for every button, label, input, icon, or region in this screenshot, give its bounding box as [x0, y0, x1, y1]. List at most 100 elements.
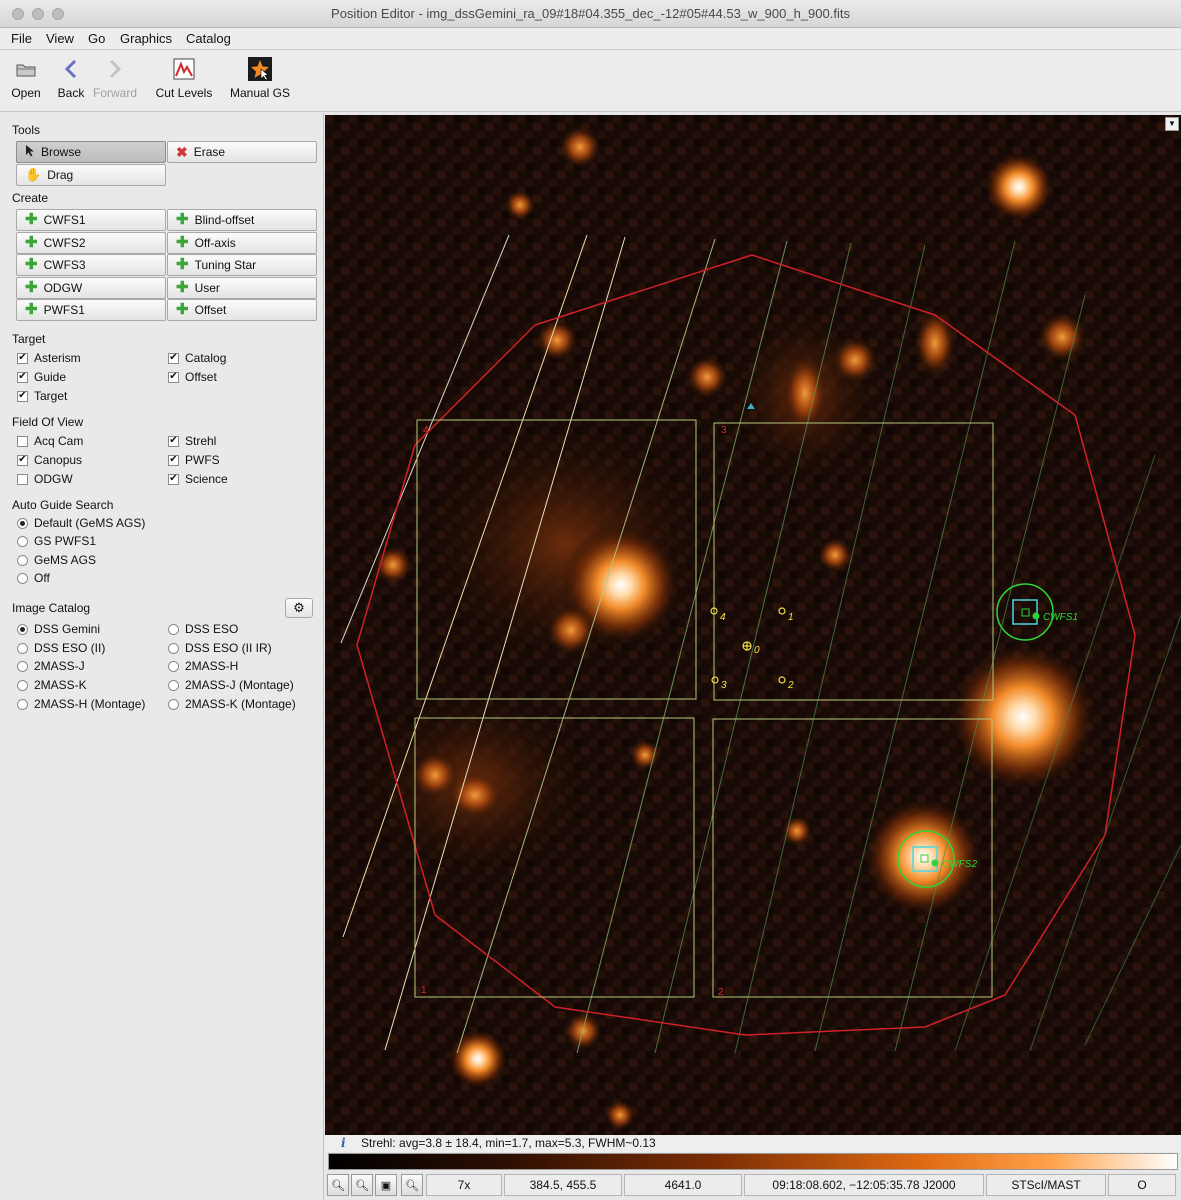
radio-circle — [17, 535, 28, 547]
create-tuning-star-button[interactable]: ✚ Tuning Star — [167, 254, 317, 276]
create-title: Create — [12, 191, 49, 205]
zoom-out-icon: 🔍︎ — [355, 1179, 369, 1192]
checkbox-asterism[interactable]: ✔ Asterism — [17, 351, 81, 365]
create-user-button[interactable]: ✚ User — [167, 277, 317, 299]
radio-ags-pwfs1[interactable]: GS PWFS1 — [17, 534, 96, 548]
create-blind-offset-button[interactable]: ✚ Blind-offset — [167, 209, 317, 231]
radio-2mass-h[interactable]: 2MASS-H — [168, 659, 238, 673]
back-button[interactable]: Back — [55, 56, 87, 100]
radio-dss-eso[interactable]: DSS ESO — [168, 622, 238, 636]
radio-circle — [17, 660, 28, 672]
zoom-in-button[interactable]: 🔍︎ — [327, 1174, 349, 1196]
pixel-value-field: 4641.0 — [624, 1174, 742, 1196]
menu-bar: File View Go Graphics Catalog — [0, 28, 1181, 50]
create-cwfs1-button[interactable]: ✚ CWFS1 — [16, 209, 166, 231]
radio-circle — [17, 623, 28, 635]
menu-graphics[interactable]: Graphics — [120, 31, 172, 46]
magnifier-icon: 🔍︎ — [405, 1179, 419, 1192]
radio-dss-eso-ii[interactable]: DSS ESO (II) — [17, 641, 105, 655]
radio-ags-default[interactable]: Default (GeMS AGS) — [17, 516, 145, 530]
image-catalog-title: Image Catalog — [12, 601, 91, 615]
checkbox-box: ✔ — [17, 371, 28, 383]
histogram-icon — [171, 56, 197, 82]
plus-icon: ✚ — [176, 301, 189, 318]
checkbox-offset[interactable]: ✔ Offset — [168, 370, 217, 384]
plus-icon: ✚ — [25, 256, 38, 273]
radio-circle — [168, 679, 179, 691]
erase-x-icon: ✖ — [176, 144, 188, 160]
strehl-text: Strehl: avg=3.8 ± 18.4, min=1.7, max=5.3… — [361, 1136, 656, 1150]
menu-view[interactable]: View — [46, 31, 74, 46]
cut-levels-button[interactable]: Cut Levels — [154, 56, 214, 100]
create-off-axis-button[interactable]: ✚ Off-axis — [167, 232, 317, 254]
radio-2mass-j[interactable]: 2MASS-J — [17, 659, 85, 673]
quadrant-label-3: 3 — [721, 425, 727, 436]
sky-image[interactable]: 4 3 1 2 0 1 2 3 4 CWFS1 CWFS2 — [325, 115, 1181, 1135]
create-cwfs2-button[interactable]: ✚ CWFS2 — [16, 232, 166, 254]
plus-icon: ✚ — [176, 234, 189, 251]
zoom-reset-button[interactable]: 🔍︎ — [401, 1174, 423, 1196]
menu-arrow-button[interactable]: ▼ — [1165, 117, 1179, 131]
status-line: i Strehl: avg=3.8 ± 18.4, min=1.7, max=5… — [325, 1135, 1181, 1152]
open-button[interactable]: Open — [8, 56, 44, 100]
radio-ags-gems[interactable]: GeMS AGS — [17, 553, 96, 567]
checkbox-strehl[interactable]: ✔ Strehl — [168, 434, 216, 448]
manual-gs-button[interactable]: Manual GS — [228, 56, 292, 100]
checkbox-box — [17, 435, 28, 447]
quadrant-label-2: 2 — [718, 987, 724, 998]
radio-ags-off[interactable]: Off — [17, 571, 50, 585]
plus-icon: ✚ — [25, 211, 38, 228]
left-panel: Tools Browse ✖ Erase ✋ Drag Create ✚ CWFS… — [0, 113, 324, 1200]
menu-catalog[interactable]: Catalog — [186, 31, 231, 46]
radio-dss-gemini[interactable]: DSS Gemini — [17, 622, 100, 636]
zoom-in-icon: 🔍︎ — [331, 1179, 345, 1192]
create-pwfs1-button[interactable]: ✚ PWFS1 — [16, 299, 166, 321]
checkbox-pwfs[interactable]: ✔ PWFS — [168, 453, 220, 467]
browse-button[interactable]: Browse — [16, 141, 166, 163]
info-icon: i — [341, 1136, 346, 1150]
checkbox-canopus[interactable]: ✔ Canopus — [17, 453, 82, 467]
menu-file[interactable]: File — [11, 31, 32, 46]
checkbox-box: ✔ — [168, 352, 179, 364]
zoom-fit-button[interactable]: ▣ — [375, 1174, 397, 1196]
checkbox-odgw[interactable]: ODGW — [17, 472, 73, 486]
radio-circle — [17, 554, 28, 566]
checkbox-catalog[interactable]: ✔ Catalog — [168, 351, 226, 365]
checkbox-target[interactable]: ✔ Target — [17, 389, 67, 403]
checkbox-acq-cam[interactable]: Acq Cam — [17, 434, 83, 448]
checkbox-box: ✔ — [17, 390, 28, 402]
checkbox-box: ✔ — [168, 371, 179, 383]
radio-circle — [168, 642, 179, 654]
checkbox-box: ✔ — [168, 473, 179, 485]
radio-2mass-j-montage[interactable]: 2MASS-J (Montage) — [168, 678, 294, 692]
checkbox-science[interactable]: ✔ Science — [168, 472, 228, 486]
asterism-label-1: 1 — [788, 612, 794, 623]
checkbox-guide[interactable]: ✔ Guide — [17, 370, 66, 384]
zoom-out-button[interactable]: 🔍︎ — [351, 1174, 373, 1196]
radio-circle — [168, 698, 179, 710]
image-canvas[interactable]: 4 3 1 2 0 1 2 3 4 CWFS1 CWFS2 ▼ — [325, 115, 1181, 1135]
asterism-label-2: 2 — [787, 680, 794, 691]
create-odgw-button[interactable]: ✚ ODGW — [16, 277, 166, 299]
catalog-settings-button[interactable]: ⚙ — [285, 598, 313, 618]
create-cwfs3-button[interactable]: ✚ CWFS3 — [16, 254, 166, 276]
radio-2mass-k-montage[interactable]: 2MASS-K (Montage) — [168, 697, 296, 711]
zoom-field: 7x — [426, 1174, 502, 1196]
erase-button[interactable]: ✖ Erase — [167, 141, 317, 163]
plus-icon: ✚ — [176, 279, 189, 296]
drag-button[interactable]: ✋ Drag — [16, 164, 166, 186]
plus-icon: ✚ — [176, 211, 189, 228]
radio-2mass-h-montage[interactable]: 2MASS-H (Montage) — [17, 697, 145, 711]
menu-go[interactable]: Go — [88, 31, 105, 46]
forward-button[interactable]: Forward — [90, 56, 140, 100]
plus-icon: ✚ — [176, 256, 189, 273]
radio-circle — [168, 623, 179, 635]
create-offset-button[interactable]: ✚ Offset — [167, 299, 317, 321]
colorbar — [328, 1153, 1178, 1170]
radio-circle — [17, 517, 28, 529]
arrow-cursor-icon — [25, 144, 35, 160]
radio-dss-eso-ii-ir[interactable]: DSS ESO (II IR) — [168, 641, 272, 655]
chevron-left-icon — [58, 56, 84, 82]
radio-2mass-k[interactable]: 2MASS-K — [17, 678, 87, 692]
chevron-right-icon — [102, 56, 128, 82]
